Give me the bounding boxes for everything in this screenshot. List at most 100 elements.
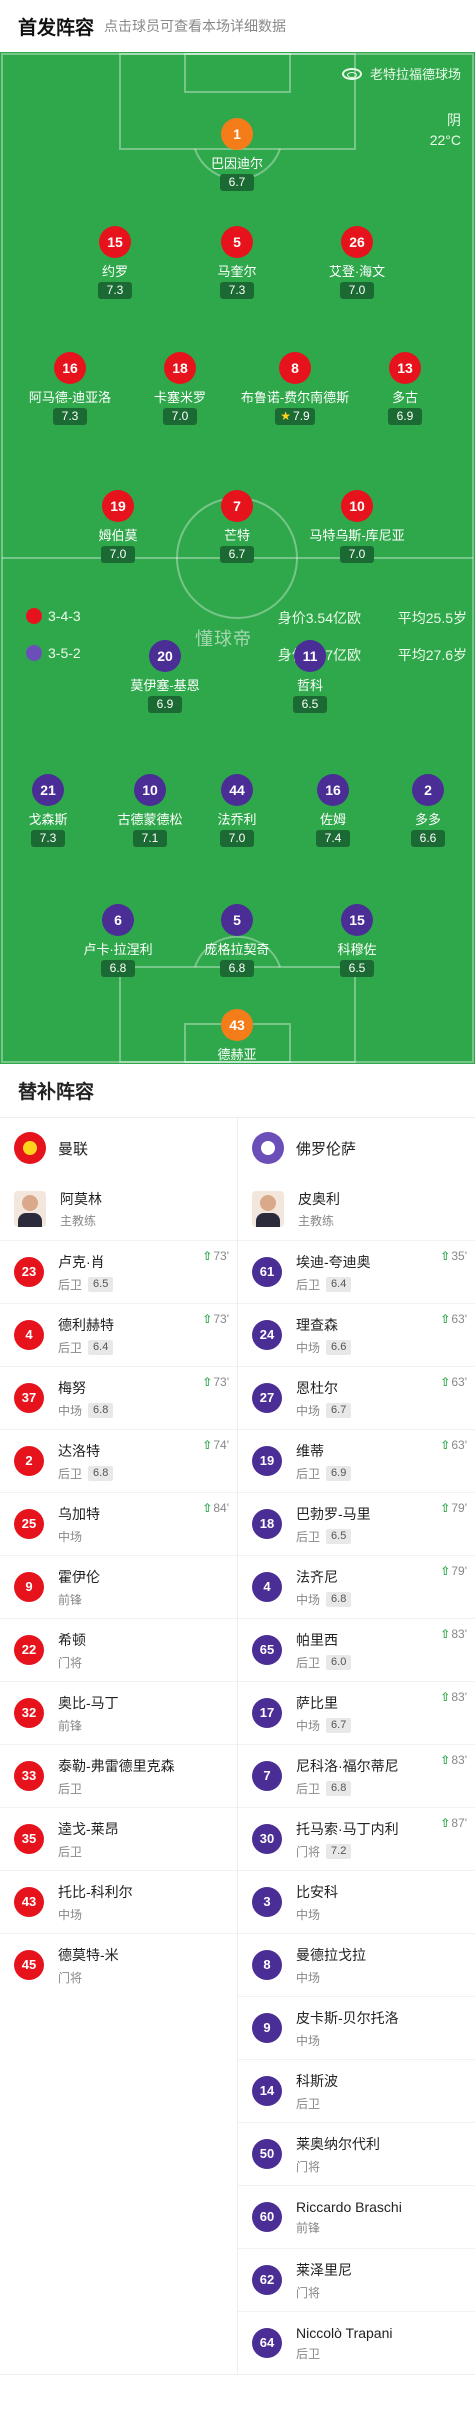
sub-player-row[interactable]: 7 尼科洛·福尔蒂尼 后卫 6.8 ⇧83' [238, 1744, 475, 1807]
away-coach-row[interactable]: 皮奥利 主教练 [238, 1178, 475, 1240]
sub-player-name: 莱奥纳尔代利 [296, 2135, 380, 2152]
subs-title: 替补阵容 [0, 1064, 475, 1118]
player-rating: 6.7 [220, 546, 254, 563]
sub-player-row[interactable]: 19 维蒂 后卫 6.9 ⇧63' [238, 1429, 475, 1492]
sub-player-position: 中场 [58, 1403, 83, 1418]
sub-player-name: 萨比里 [296, 1694, 338, 1711]
sub-player-rating: 6.5 [326, 1528, 352, 1544]
sub-player-row[interactable]: 24 理查森 中场 6.6 ⇧63' [238, 1303, 475, 1366]
sub-player-row[interactable]: 35 逵戈-莱昂 后卫 [0, 1807, 237, 1870]
sub-player-name: 德利赫特 [58, 1316, 114, 1333]
sub-player-row[interactable]: 43 托比-科利尔 中场 [0, 1870, 237, 1933]
rating-value: 6.5 [348, 961, 366, 975]
sub-player-row[interactable]: 62 莱泽里尼 门将 [238, 2248, 475, 2311]
pitch-player[interactable]: 6 卢卡·拉涅利 6.8 [63, 904, 173, 977]
sub-player-row[interactable]: 3 比安科 中场 [238, 1870, 475, 1933]
pitch-player[interactable]: 18 卡塞米罗 7.0 [125, 352, 235, 425]
stadium-name: 老特拉福德球场 [369, 67, 461, 82]
sub-player-row[interactable]: 30 托马索·马丁内利 门将 7.2 ⇧87' [238, 1807, 475, 1870]
sub-player-info: 皮卡斯-贝尔托洛 中场 [296, 2008, 399, 2049]
sub-in-time: ⇧63' [440, 1375, 467, 1389]
pitch-player[interactable]: 5 庞格拉契奇 6.8 [182, 904, 292, 977]
sub-in-time: ⇧35' [440, 1249, 467, 1263]
sub-player-row[interactable]: 17 萨比里 中场 6.7 ⇧83' [238, 1681, 475, 1744]
player-name: 多多 [414, 812, 441, 827]
player-rating: 7.3 [98, 282, 132, 299]
pitch-player[interactable]: 1 巴因迪尔 6.7 [182, 118, 292, 191]
home-team-row[interactable]: 曼联 [0, 1118, 237, 1178]
sub-jersey-number: 32 [14, 1698, 44, 1728]
sub-on-icon: ⇧ [202, 1375, 213, 1389]
pitch-player[interactable]: 44 法乔利 7.0 [182, 774, 292, 847]
pitch-player[interactable]: 20 莫伊塞-基恩 6.9 [110, 640, 220, 713]
player-name: 德赫亚 [217, 1047, 257, 1062]
sub-player-row[interactable]: 27 恩杜尔 中场 6.7 ⇧63' [238, 1366, 475, 1429]
jersey-number: 11 [294, 640, 326, 672]
pitch-player[interactable]: 5 马奎尔 7.3 [182, 226, 292, 299]
sub-player-rating: 6.8 [88, 1465, 114, 1481]
pitch-player[interactable]: 2 多多 6.6 [373, 774, 475, 847]
player-rating: 6.8 [101, 960, 135, 977]
sub-jersey-number: 30 [252, 1824, 282, 1854]
sub-player-row[interactable]: 25 乌加特 中场 ⇧84' [0, 1492, 237, 1555]
sub-player-row[interactable]: 65 帕里西 后卫 6.0 ⇧83' [238, 1618, 475, 1681]
sub-player-rating: 6.9 [326, 1465, 352, 1481]
sub-player-rating: 6.8 [326, 1591, 352, 1607]
rating-value: 7.3 [106, 283, 124, 297]
rating-value: 6.6 [419, 831, 437, 845]
jersey-number: 5 [221, 904, 253, 936]
sub-jersey-number: 8 [252, 1950, 282, 1980]
sub-player-row[interactable]: 45 德莫特-米 门将 [0, 1933, 237, 1996]
sub-player-row[interactable]: 9 霍伊伦 前锋 [0, 1555, 237, 1618]
sub-jersey-number: 65 [252, 1635, 282, 1665]
pitch-player[interactable]: 15 科穆佐 6.5 [302, 904, 412, 977]
sub-player-row[interactable]: 64 Niccolò Trapani 后卫 [238, 2311, 475, 2374]
pitch-player[interactable]: 10 马特乌斯-库尼亚 7.0 [302, 490, 412, 563]
sub-player-row[interactable]: 60 Riccardo Braschi 前锋 [238, 2185, 475, 2248]
pitch-player[interactable]: 21 戈森斯 7.3 [0, 774, 103, 847]
sub-player-row[interactable]: 2 达洛特 后卫 6.8 ⇧74' [0, 1429, 237, 1492]
pitch-player[interactable]: 7 芒特 6.7 [182, 490, 292, 563]
pitch-player[interactable]: 16 佐姆 7.4 [278, 774, 388, 847]
sub-player-rating: 6.8 [88, 1402, 114, 1418]
sub-player-meta: 门将 7.2 [296, 1843, 399, 1860]
sub-jersey-number: 9 [14, 1572, 44, 1602]
sub-jersey-number: 22 [14, 1635, 44, 1665]
sub-player-row[interactable]: 23 卢克·肖 后卫 6.5 ⇧73' [0, 1240, 237, 1303]
sub-player-row[interactable]: 14 科斯波 后卫 [238, 2059, 475, 2122]
sub-player-row[interactable]: 8 曼德拉戈拉 中场 [238, 1933, 475, 1996]
home-avg-age: 平均25.5岁 [397, 610, 467, 626]
sub-player-meta: 门将 [58, 1654, 86, 1671]
home-team-name: 曼联 [58, 1140, 89, 1158]
sub-player-row[interactable]: 18 巴勃罗-马里 后卫 6.5 ⇧79' [238, 1492, 475, 1555]
coach-avatar [14, 1191, 46, 1227]
pitch-player[interactable]: 26 艾登·海文 7.0 [302, 226, 412, 299]
sub-player-row[interactable]: 4 德利赫特 后卫 6.4 ⇧73' [0, 1303, 237, 1366]
pitch-player[interactable]: 8 布鲁诺-费尔南德斯 ★ 7.9 [240, 352, 350, 425]
sub-player-info: 莱奥纳尔代利 门将 [296, 2134, 380, 2175]
pitch-player[interactable]: 43德赫亚7.3 [182, 1009, 292, 1064]
sub-in-minute: 63' [451, 1312, 467, 1326]
sub-in-minute: 87' [451, 1816, 467, 1830]
pitch-player[interactable]: 13 多古 6.9 [350, 352, 460, 425]
pitch-player[interactable]: 15 约罗 7.3 [60, 226, 170, 299]
sub-in-minute: 83' [451, 1690, 467, 1704]
sub-player-meta: 后卫 6.4 [58, 1339, 114, 1356]
sub-player-row[interactable]: 33 泰勒-弗雷德里克森 后卫 [0, 1744, 237, 1807]
away-team-row[interactable]: 佛罗伦萨 [238, 1118, 475, 1178]
sub-player-info: 泰勒-弗雷德里克森 后卫 [58, 1756, 175, 1797]
sub-player-row[interactable]: 4 法齐尼 中场 6.8 ⇧79' [238, 1555, 475, 1618]
sub-player-row[interactable]: 32 奥比-马丁 前锋 [0, 1681, 237, 1744]
sub-player-row[interactable]: 37 梅努 中场 6.8 ⇧73' [0, 1366, 237, 1429]
pitch-player[interactable]: 16 阿马德-迪亚洛 7.3 [15, 352, 125, 425]
home-coach-row[interactable]: 阿莫林 主教练 [0, 1178, 237, 1240]
sub-player-row[interactable]: 61 埃迪-夸迪奥 后卫 6.4 ⇧35' [238, 1240, 475, 1303]
sub-player-name: 托马索·马丁内利 [296, 1820, 399, 1837]
sub-player-row[interactable]: 22 希顿 门将 [0, 1618, 237, 1681]
pitch-player[interactable]: 11 哲科 6.5 [255, 640, 365, 713]
sub-player-name: 托比-科利尔 [58, 1883, 133, 1900]
sub-player-row[interactable]: 9 皮卡斯-贝尔托洛 中场 [238, 1996, 475, 2059]
sub-player-row[interactable]: 50 莱奥纳尔代利 门将 [238, 2122, 475, 2185]
pitch-player[interactable]: 19 姆伯莫 7.0 [63, 490, 173, 563]
jersey-number: 44 [221, 774, 253, 806]
